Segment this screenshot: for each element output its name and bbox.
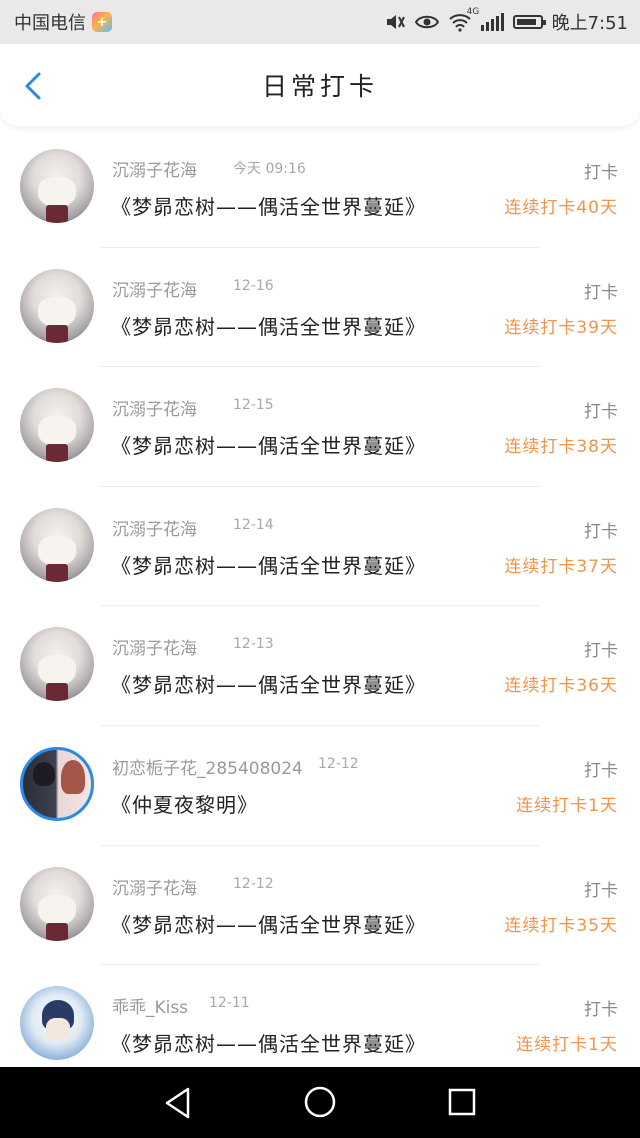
checkin-tag: 打卡 bbox=[584, 163, 618, 183]
book-title[interactable]: 《梦昴恋树——偶活全世界蔓延》 bbox=[111, 430, 426, 459]
user-name[interactable]: 乖乖_Kiss bbox=[112, 993, 188, 1018]
user-avatar[interactable] bbox=[20, 627, 94, 702]
user-avatar[interactable] bbox=[20, 388, 94, 463]
checkin-row[interactable]: 沉溺子花海 12-13 《梦昴恋树——偶活全世界蔓延》 打卡连续打卡36天 bbox=[0, 606, 640, 726]
streak-count: 连续打卡35天 bbox=[504, 915, 618, 936]
checkin-row[interactable]: 沉溺子花海 12-12 《梦昴恋树——偶活全世界蔓延》 打卡连续打卡35天 bbox=[0, 846, 640, 966]
checkin-row[interactable]: 沉溺子花海 12-15 《梦昴恋树——偶活全世界蔓延》 打卡连续打卡38天 bbox=[0, 367, 640, 487]
user-avatar[interactable] bbox=[20, 149, 94, 223]
checkin-time: 12-15 bbox=[233, 397, 274, 414]
checkin-row[interactable]: 沉溺子花海 12-14 《梦昴恋树——偶活全世界蔓延》 打卡连续打卡37天 bbox=[0, 487, 640, 607]
checkin-time: 12-13 bbox=[233, 636, 274, 653]
book-title[interactable]: 《梦昴恋树——偶活全世界蔓延》 bbox=[111, 669, 426, 698]
book-title[interactable]: 《梦昴恋树——偶活全世界蔓延》 bbox=[111, 909, 426, 938]
user-avatar[interactable] bbox=[20, 866, 94, 941]
user-name[interactable]: 初恋栀子花_285408024 bbox=[112, 754, 303, 779]
chevron-left-icon bbox=[25, 72, 41, 100]
checkin-tag: 打卡 bbox=[584, 880, 618, 901]
user-name[interactable]: 沉溺子花海 bbox=[112, 395, 197, 420]
user-avatar[interactable] bbox=[20, 986, 94, 1061]
book-title[interactable]: 《梦昴恋树——偶活全世界蔓延》 bbox=[111, 1028, 426, 1057]
streak-count: 连续打卡40天 bbox=[504, 198, 618, 218]
user-name[interactable]: 沉溺子花海 bbox=[112, 276, 197, 301]
checkin-tag: 打卡 bbox=[584, 282, 618, 303]
streak-count: 连续打卡1天 bbox=[516, 795, 618, 816]
eye-icon bbox=[414, 13, 439, 31]
network-type: 4G bbox=[466, 7, 480, 17]
book-title[interactable]: 《梦昴恋树——偶活全世界蔓延》 bbox=[111, 311, 426, 340]
checkin-list: 沉溺子花海 今天 09:16 《梦昴恋树——偶活全世界蔓延》 打卡 连续打卡40天 沉溺子… bbox=[0, 128, 640, 1085]
checkin-time: 12-16 bbox=[233, 277, 274, 294]
user-name[interactable]: 沉溺子花海 bbox=[112, 515, 197, 540]
circle-home-icon[interactable] bbox=[303, 1085, 337, 1119]
checkin-time: 12-12 bbox=[318, 755, 359, 772]
checkin-tag: 打卡 bbox=[584, 1000, 618, 1021]
status-time: 晚上7:51 bbox=[551, 13, 628, 34]
streak-count: 连续打卡39天 bbox=[504, 317, 618, 338]
status-icons: 4G 晚上7:51 bbox=[384, 7, 628, 35]
app-notification-icon: + bbox=[92, 12, 112, 32]
checkin-time: 12-11 bbox=[209, 995, 250, 1012]
streak-count: 连续打卡37天 bbox=[504, 556, 618, 577]
checkin-time: 12-12 bbox=[233, 875, 274, 892]
user-name[interactable]: 沉溺子花海 bbox=[112, 634, 197, 659]
status-bar: 中国电信 + 4G 晚上7:51 bbox=[0, 0, 640, 44]
user-name[interactable]: 沉溺子花海 bbox=[112, 874, 197, 899]
checkin-row[interactable]: 初恋栀子花_285408024 12-12 《仲夏夜黎明》 打卡连续打卡1天 bbox=[0, 726, 640, 846]
mute-icon bbox=[384, 12, 406, 32]
battery-icon bbox=[512, 15, 546, 29]
checkin-tag: 打卡 bbox=[584, 760, 618, 781]
streak-count: 连续打卡1天 bbox=[516, 1035, 618, 1056]
checkin-time: 12-14 bbox=[233, 516, 274, 533]
book-title[interactable]: 《仲夏夜黎明》 bbox=[111, 789, 258, 818]
book-title[interactable]: 《梦昴恋树——偶活全世界蔓延》 bbox=[111, 191, 426, 220]
streak-count: 连续打卡36天 bbox=[504, 676, 618, 697]
checkin-row[interactable]: 沉溺子花海 今天 09:16 《梦昴恋树——偶活全世界蔓延》 打卡连续打卡40天 bbox=[0, 128, 640, 248]
battery-fill bbox=[516, 19, 537, 25]
carrier-group: 中国电信 + bbox=[14, 9, 112, 35]
page-title: 日常打卡 bbox=[261, 72, 378, 101]
streak-count: 连续打卡38天 bbox=[504, 437, 618, 458]
user-avatar[interactable] bbox=[20, 507, 94, 582]
checkin-tag: 打卡 bbox=[584, 402, 618, 423]
checkin-tag: 打卡 bbox=[584, 641, 618, 662]
system-nav-bar bbox=[0, 1067, 640, 1138]
user-name[interactable]: 沉溺子花海 bbox=[112, 156, 197, 181]
triangle-back-icon[interactable] bbox=[162, 1086, 194, 1120]
user-avatar[interactable] bbox=[20, 268, 94, 343]
checkin-time: 今天 09:16 bbox=[233, 161, 306, 177]
back-button[interactable] bbox=[18, 70, 50, 102]
user-avatar[interactable] bbox=[20, 746, 94, 821]
square-recents-icon[interactable] bbox=[447, 1087, 477, 1117]
checkin-row[interactable]: 沉溺子花海 12-16 《梦昴恋树——偶活全世界蔓延》 打卡连续打卡39天 bbox=[0, 248, 640, 368]
book-title[interactable]: 《梦昴恋树——偶活全世界蔓延》 bbox=[111, 550, 426, 579]
cellular-signal-icon: 4G bbox=[467, 7, 504, 31]
carrier-name: 中国电信 bbox=[14, 13, 86, 34]
checkin-tag: 打卡 bbox=[584, 521, 618, 542]
header-bar: 日常打卡 bbox=[0, 44, 640, 126]
